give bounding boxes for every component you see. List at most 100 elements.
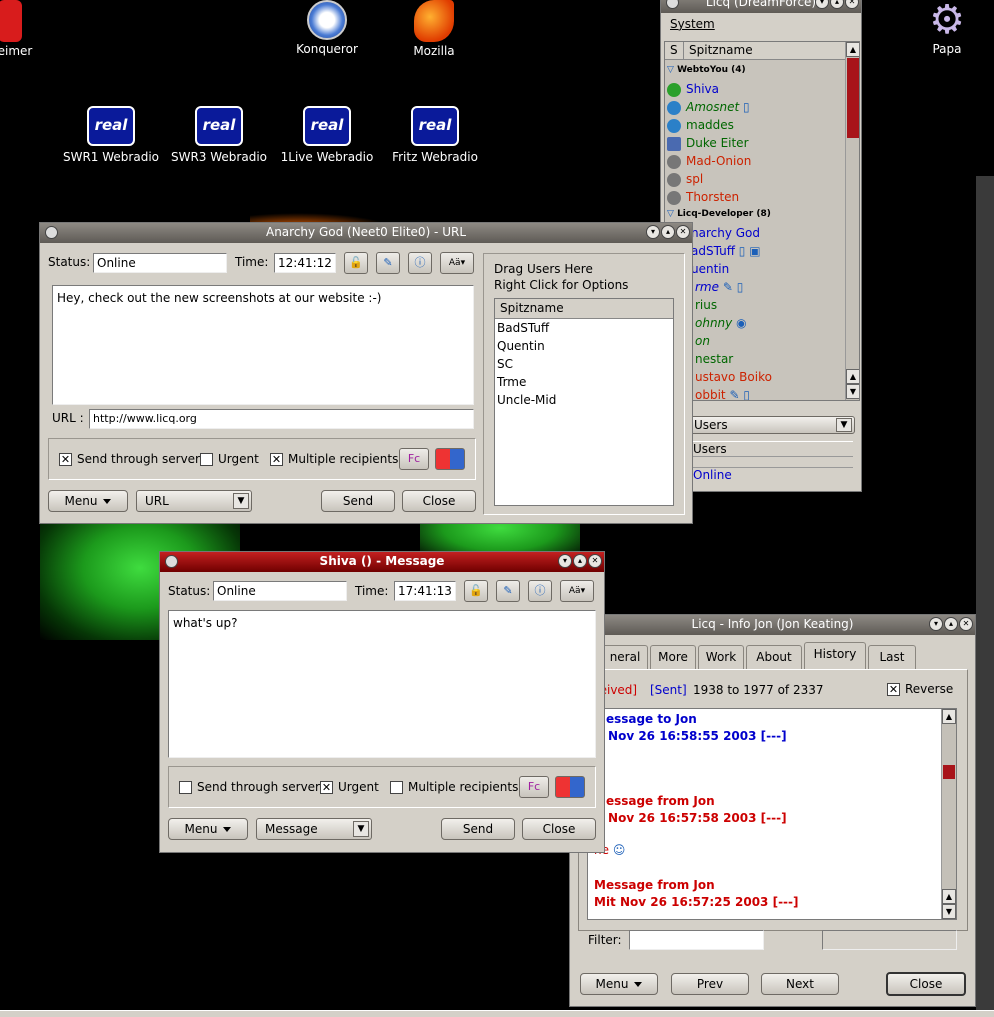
status-label[interactable]: Online bbox=[693, 467, 853, 482]
urgent-checkbox[interactable]: ✕ Urgent bbox=[320, 780, 379, 794]
send-through-server-checkbox[interactable]: Send through server bbox=[179, 780, 320, 794]
font-color-icon[interactable]: Fc bbox=[399, 448, 429, 470]
url-field[interactable]: http://www.licq.org bbox=[89, 409, 474, 429]
scroll-up-icon[interactable]: ▲ bbox=[942, 889, 956, 904]
scroll-thumb[interactable] bbox=[943, 765, 955, 779]
tab-about[interactable]: About bbox=[746, 645, 802, 669]
contact-duke-eiter[interactable]: Duke Eiter bbox=[667, 134, 749, 152]
minimize-icon[interactable]: ▾ bbox=[646, 225, 660, 239]
column-name-header[interactable]: Spitzname bbox=[689, 42, 753, 59]
recipients-list[interactable]: Spitzname BadSTuff Quentin SC Trme Uncle… bbox=[494, 298, 674, 506]
status-field[interactable]: Online bbox=[93, 253, 227, 273]
history-filter-sent[interactable]: [Sent] bbox=[650, 683, 687, 697]
minimize-icon[interactable]: ▾ bbox=[929, 617, 943, 631]
prev-button[interactable]: Prev bbox=[671, 973, 749, 995]
multiple-recipients-checkbox[interactable]: Multiple recipients bbox=[390, 780, 518, 794]
system-menu[interactable]: System bbox=[670, 17, 715, 31]
recipient-item[interactable]: Uncle-Mid bbox=[495, 391, 673, 409]
menu-button[interactable]: Menu bbox=[168, 818, 248, 840]
message-type-combo[interactable]: Message ▼ bbox=[256, 818, 372, 840]
time-field[interactable]: 17:41:13 bbox=[394, 581, 456, 601]
history-icon[interactable]: ✎ bbox=[376, 252, 400, 274]
reverse-checkbox[interactable]: ✕ Reverse bbox=[887, 682, 953, 696]
desktop-icon-konqueror[interactable]: Konqueror bbox=[277, 0, 377, 56]
close-icon[interactable]: ✕ bbox=[588, 554, 602, 568]
recipient-item[interactable]: BadSTuff bbox=[495, 319, 673, 337]
contact-mad-onion[interactable]: Mad-Onion bbox=[667, 152, 751, 170]
maximize-icon[interactable]: ▴ bbox=[573, 554, 587, 568]
contact-genestar[interactable]: nestar bbox=[695, 350, 733, 368]
time-field[interactable]: 12:41:12 bbox=[274, 253, 336, 273]
close-button[interactable]: Close bbox=[402, 490, 476, 512]
scroll-down-icon[interactable]: ▼ bbox=[846, 384, 859, 399]
info-icon[interactable]: ⓘ bbox=[408, 252, 432, 274]
secure-channel-icon[interactable]: 🔓 bbox=[464, 580, 488, 602]
close-button[interactable]: Close bbox=[522, 818, 596, 840]
history-view[interactable]: Message to Jon it Nov 26 16:58:55 2003 [… bbox=[587, 708, 957, 920]
users-group-combo[interactable]: Users ▼ bbox=[685, 416, 855, 434]
window-menu-icon[interactable] bbox=[666, 0, 679, 9]
tab-work[interactable]: Work bbox=[698, 645, 744, 669]
encoding-icon[interactable]: Aä▾ bbox=[560, 580, 594, 602]
contact-jon[interactable]: on bbox=[695, 332, 710, 350]
secure-channel-icon[interactable]: 🔓 bbox=[344, 252, 368, 274]
recipients-header[interactable]: Spitzname bbox=[495, 299, 673, 319]
column-status-header[interactable]: S bbox=[670, 42, 678, 59]
font-color-icon[interactable]: Fc bbox=[519, 776, 549, 798]
contact-spl[interactable]: spl bbox=[667, 170, 703, 188]
scroll-thumb[interactable] bbox=[847, 58, 859, 138]
contact-robbit[interactable]: obbit ✎ ▯ bbox=[695, 386, 750, 400]
send-button[interactable]: Send bbox=[321, 490, 395, 512]
filter-field[interactable] bbox=[629, 930, 764, 950]
maximize-icon[interactable]: ▴ bbox=[944, 617, 958, 631]
contact-trme[interactable]: rme ✎ ▯ bbox=[695, 278, 743, 296]
url-window-titlebar[interactable]: Anarchy God (Neet0 Elite0) - URL ▾ ▴ ✕ bbox=[40, 223, 692, 243]
recipient-item[interactable]: Trme bbox=[495, 373, 673, 391]
window-menu-icon[interactable] bbox=[165, 555, 178, 568]
tab-history[interactable]: History bbox=[804, 642, 866, 669]
info-icon[interactable]: ⓘ bbox=[528, 580, 552, 602]
users-label[interactable]: Users bbox=[693, 441, 853, 457]
desktop-icon-papa[interactable]: ⚙ Papa bbox=[897, 0, 994, 56]
history-scrollbar[interactable]: ▲ ▲ ▼ bbox=[941, 709, 956, 919]
multiple-recipients-checkbox[interactable]: ✕ Multiple recipients bbox=[270, 452, 398, 466]
contact-badstuff[interactable]: adSTuff ▯ ▣ bbox=[691, 242, 761, 260]
scroll-up-icon[interactable]: ▲ bbox=[846, 42, 859, 57]
desktop-icon-mozilla[interactable]: Mozilla bbox=[384, 0, 484, 58]
background-color-icon[interactable] bbox=[435, 448, 465, 470]
menu-button[interactable]: Menu bbox=[48, 490, 128, 512]
maximize-icon[interactable]: ▴ bbox=[830, 0, 844, 9]
contact-maddes[interactable]: maddes bbox=[667, 116, 734, 134]
background-color-icon[interactable] bbox=[555, 776, 585, 798]
group-licq-developer[interactable]: ▽ Licq-Developer (8) bbox=[667, 206, 771, 222]
desktop-icon-swr1[interactable]: real SWR1 Webradio bbox=[61, 106, 161, 164]
contact-list[interactable]: S Spitzname ▽ WebtoYou (4) Shiva Amosnet… bbox=[664, 41, 860, 401]
tab-more[interactable]: More bbox=[650, 645, 696, 669]
close-icon[interactable]: ✕ bbox=[845, 0, 859, 9]
send-through-server-checkbox[interactable]: ✕ Send through server bbox=[59, 452, 200, 466]
recipient-item[interactable]: Quentin bbox=[495, 337, 673, 355]
desktop-icon-fritz[interactable]: real Fritz Webradio bbox=[385, 106, 485, 164]
contact-list-titlebar[interactable]: Licq (DreamForce) ▾ ▴ ✕ bbox=[661, 0, 861, 13]
close-button[interactable]: Close bbox=[886, 972, 966, 996]
urgent-checkbox[interactable]: Urgent bbox=[200, 452, 259, 466]
message-textarea[interactable]: what's up? bbox=[168, 610, 596, 758]
close-icon[interactable]: ✕ bbox=[676, 225, 690, 239]
scroll-up-icon[interactable]: ▲ bbox=[942, 709, 956, 724]
contact-gustavo-boiko[interactable]: ustavo Boiko bbox=[695, 368, 772, 386]
contact-anarchy-god[interactable]: narchy God bbox=[691, 224, 760, 242]
send-button[interactable]: Send bbox=[441, 818, 515, 840]
desktop-icon-swr3[interactable]: real SWR3 Webradio bbox=[169, 106, 269, 164]
next-button[interactable]: Next bbox=[761, 973, 839, 995]
contact-johnny[interactable]: ohnny ◉ bbox=[695, 314, 747, 332]
group-webtoyou[interactable]: ▽ WebtoYou (4) bbox=[667, 62, 746, 78]
window-menu-icon[interactable] bbox=[45, 226, 58, 239]
contact-darius[interactable]: rius bbox=[695, 296, 717, 314]
maximize-icon[interactable]: ▴ bbox=[661, 225, 675, 239]
recipient-item[interactable]: SC bbox=[495, 355, 673, 373]
status-field[interactable]: Online bbox=[213, 581, 347, 601]
contact-shiva[interactable]: Shiva bbox=[667, 80, 719, 98]
contact-thorsten[interactable]: Thorsten bbox=[667, 188, 739, 206]
contact-quentin[interactable]: uentin bbox=[691, 260, 729, 278]
tab-general[interactable]: neral bbox=[602, 645, 648, 669]
